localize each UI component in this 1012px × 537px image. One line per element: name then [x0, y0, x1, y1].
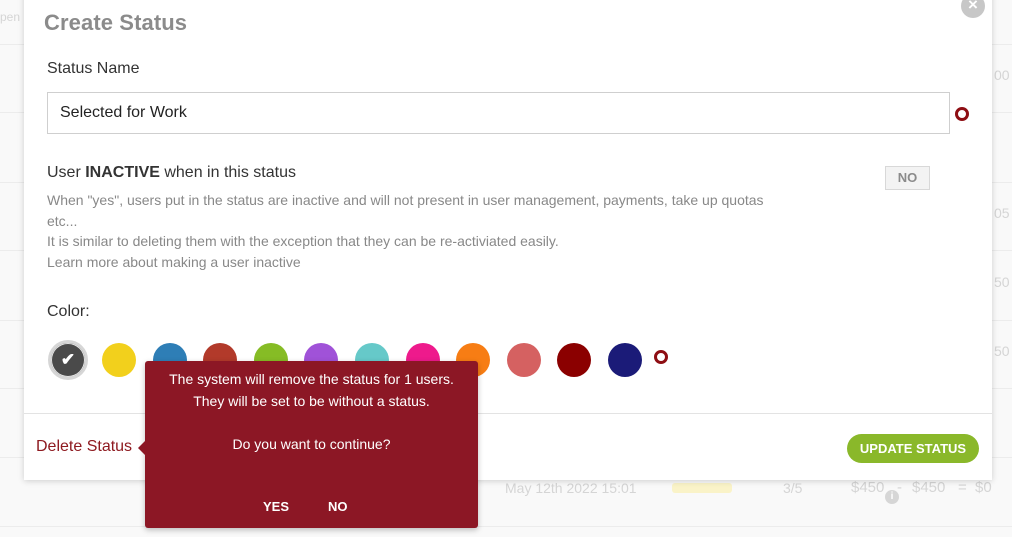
update-status-button[interactable]: UPDATE STATUS	[847, 434, 979, 463]
bg-total: $0	[975, 479, 992, 496]
inactive-description-line: When "yes", users put in the status are …	[47, 192, 764, 208]
checkmark-icon: ✔	[60, 350, 76, 369]
required-marker-icon	[654, 350, 668, 364]
delete-confirm-popover: The system will remove the status for 1 …	[138, 361, 478, 528]
bg-price-b: $450	[912, 479, 946, 496]
bg-cell-text: 50	[994, 343, 1010, 359]
delete-status-link[interactable]: Delete Status	[36, 438, 132, 456]
inactive-title: User INACTIVE when in this status	[47, 164, 296, 182]
bg-count: 3/5	[783, 480, 803, 496]
bg-cell-text: 50	[994, 274, 1010, 290]
bg-cell-text: 00	[994, 67, 1010, 83]
confirm-yes-button[interactable]: YES	[263, 499, 289, 514]
status-name-label: Status Name	[47, 60, 140, 77]
required-marker-icon	[955, 107, 969, 121]
popover-message-line: They will be set to be without a status.	[193, 393, 430, 409]
color-swatch[interactable]: ✔	[48, 340, 88, 380]
popover-message-line: The system will remove the status for 1 …	[169, 371, 454, 387]
bg-date: May 12th 2022 15:01	[505, 480, 637, 496]
bg-cell-text: 05	[994, 205, 1010, 221]
inactive-learn-more-link[interactable]: Learn more about making a user inactive	[47, 254, 301, 270]
info-icon: i	[885, 490, 899, 504]
bg-price-a: $450	[851, 479, 885, 496]
color-swatch[interactable]	[102, 343, 136, 377]
popover-arrow	[138, 441, 145, 455]
modal-title: Create Status	[44, 10, 188, 35]
confirm-no-button[interactable]: NO	[328, 499, 348, 514]
bg-status-chip	[672, 483, 732, 493]
inactive-title-prefix: User	[47, 164, 86, 181]
inactive-description-line: It is similar to deleting them with the …	[47, 233, 559, 249]
color-label: Color:	[47, 303, 90, 320]
bg-cell-text: pen	[0, 10, 21, 24]
inactive-description-line: etc...	[47, 213, 78, 229]
inactive-toggle[interactable]: NO	[885, 166, 930, 190]
inactive-title-suffix: when in this status	[159, 164, 296, 181]
color-swatch[interactable]	[608, 343, 642, 377]
popover-question: Do you want to continue?	[232, 436, 391, 452]
color-swatch[interactable]	[506, 343, 541, 377]
bg-equals: =	[958, 479, 967, 496]
status-name-input[interactable]	[47, 92, 950, 134]
inactive-title-bold: INACTIVE	[85, 164, 160, 181]
